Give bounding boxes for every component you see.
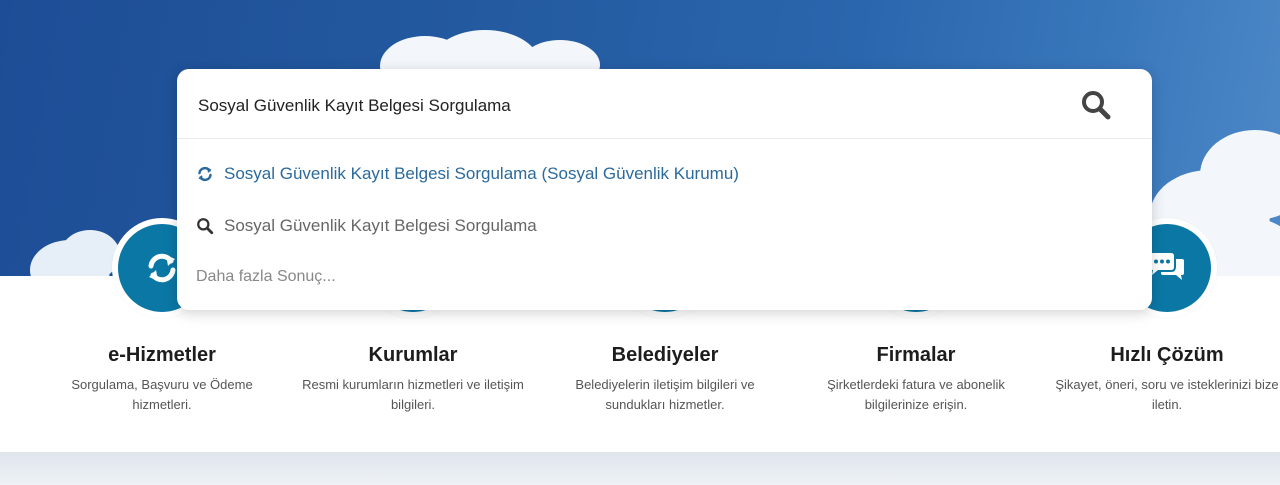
search-icon	[1082, 91, 1111, 120]
refresh-icon	[196, 165, 214, 183]
category-description: Resmi kurumların hizmetleri ve iletişim …	[302, 377, 524, 412]
refresh-icon	[148, 253, 176, 283]
category-description: Şirketlerdeki fatura ve abonelik bilgile…	[827, 377, 1005, 412]
category-title[interactable]: e-Hizmetler	[47, 344, 277, 367]
footer-band	[0, 452, 1280, 485]
search-icon	[196, 217, 214, 235]
search-divider	[177, 138, 1152, 139]
category-description: Belediyelerin iletişim bilgileri ve sund…	[575, 377, 755, 412]
search-button[interactable]	[1078, 87, 1114, 123]
category-description: Sorgulama, Başvuru ve Ödeme hizmetleri.	[71, 377, 253, 412]
search-dropdown: Sosyal Güvenlik Kayıt Belgesi Sorgulama …	[177, 69, 1152, 310]
cloud-shape	[60, 230, 120, 276]
category-title[interactable]: Kurumlar	[298, 344, 528, 367]
suggestion-item[interactable]: Sosyal Güvenlik Kayıt Belgesi Sorgulama	[196, 213, 537, 239]
category-title[interactable]: Firmalar	[801, 344, 1031, 367]
category-title[interactable]: Hızlı Çözüm	[1052, 344, 1280, 367]
category-title[interactable]: Belediyeler	[550, 344, 780, 367]
chat-bubbles-icon	[1150, 253, 1184, 280]
search-input[interactable]	[196, 91, 1070, 121]
suggestion-label: Sosyal Güvenlik Kayıt Belgesi Sorgulama …	[224, 164, 739, 183]
suggestion-label: Sosyal Güvenlik Kayıt Belgesi Sorgulama	[224, 216, 537, 235]
suggestion-item[interactable]: Sosyal Güvenlik Kayıt Belgesi Sorgulama …	[196, 161, 739, 187]
more-results-link[interactable]: Daha fazla Sonuç...	[196, 264, 336, 290]
category-description: Şikayet, öneri, soru ve isteklerinizi bi…	[1055, 377, 1279, 412]
